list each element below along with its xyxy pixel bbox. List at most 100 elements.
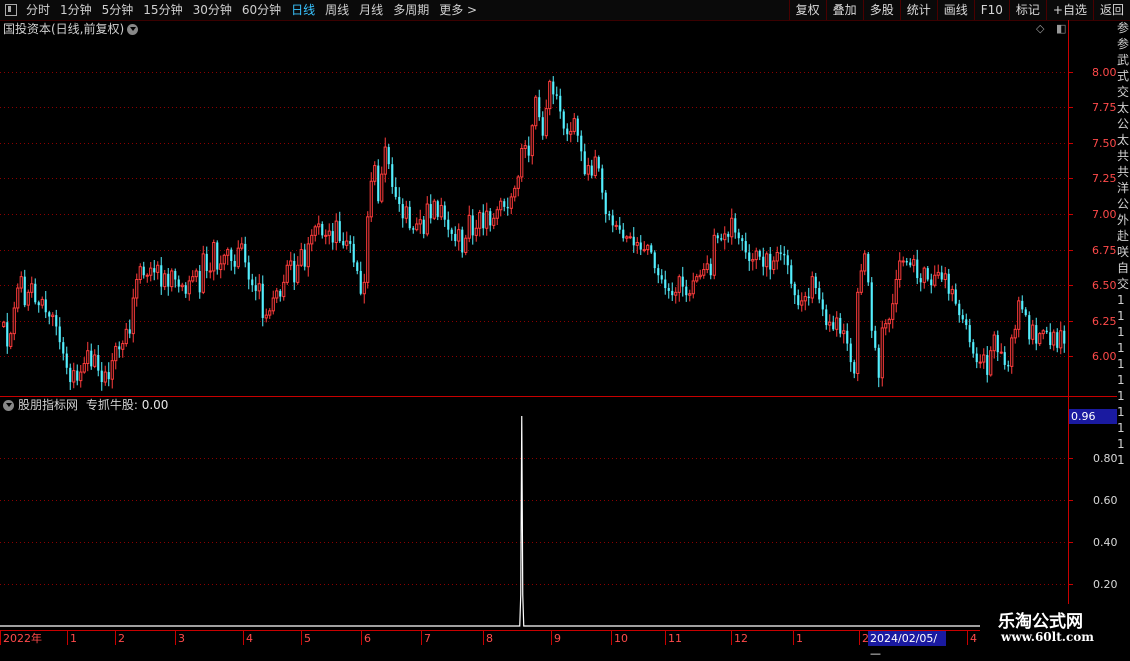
stock-list-item[interactable]: 自 [1117,260,1130,276]
candle [538,89,541,121]
candle [495,206,499,225]
stock-list-item[interactable]: 交 [1117,84,1130,100]
candle [867,251,870,286]
stock-list-item[interactable]: 1 [1117,340,1130,356]
candle [492,213,496,230]
candle [958,299,961,323]
stock-list-item[interactable]: 1 [1117,356,1130,372]
candle [523,140,527,159]
stock-list-item[interactable]: 太 [1117,100,1130,116]
stock-list-item[interactable]: 公 [1117,196,1130,212]
candle [891,293,895,329]
candle [859,263,863,295]
candle [709,258,712,280]
candle [268,308,272,319]
stock-list-item[interactable]: 1 [1117,404,1130,420]
candle [478,209,482,237]
stock-list-item[interactable]: 太 [1117,132,1130,148]
candle [978,354,982,369]
candle [454,226,457,247]
candle [930,273,933,294]
candle [611,209,614,233]
candle [124,322,128,347]
stock-list-item[interactable]: 咲 [1117,244,1130,260]
chevron-down-icon[interactable] [127,24,139,35]
stock-list-item[interactable]: 参 [1117,20,1130,36]
security-name: 国投资本(日线,前复权) [3,22,125,36]
main-chart-title[interactable]: 国投资本(日线,前复权) [3,21,139,37]
stock-list-item[interactable]: 交 [1117,276,1130,292]
candle [601,164,604,200]
chevron-down-icon[interactable] [3,400,14,411]
candle [1028,311,1031,345]
candle [1059,321,1063,355]
stock-list-item[interactable]: 式 [1117,68,1130,84]
candle [44,291,47,319]
candle [65,346,68,375]
candle [1003,346,1006,370]
candle [359,261,362,296]
candle [408,200,411,231]
candle [527,136,530,163]
candle [401,198,404,228]
candle [293,253,296,290]
stock-list-item[interactable]: 洋 [1117,180,1130,196]
stock-list-item[interactable]: 赴 [1117,228,1130,244]
candle [608,210,611,221]
candle [254,276,257,301]
y-tick-label: 7.50 [1092,136,1117,150]
candle [702,263,706,279]
candle [695,273,699,283]
y-tick-label: 7.25 [1092,171,1117,185]
candle [394,177,397,200]
candle [814,272,817,295]
candle [324,229,328,245]
stock-list-item[interactable]: 共 [1117,148,1130,164]
stock-list-item[interactable]: 1 [1117,388,1130,404]
stock-list-item[interactable]: 1 [1117,372,1130,388]
candle [391,157,394,194]
stock-list-item[interactable]: 1 [1117,324,1130,340]
candle [489,208,492,232]
candle [548,79,552,116]
candle [800,292,804,312]
stock-list-item[interactable]: 1 [1117,436,1130,452]
diamond-icon[interactable]: ◇ [1036,22,1044,35]
stock-list-strip[interactable]: 参参武式交太公太共共洋公外赴咲自交11111111111 [1117,20,1130,630]
stock-list-item[interactable]: 共 [1117,164,1130,180]
kline-chart[interactable] [0,0,1130,650]
stock-list-item[interactable]: 参 [1117,36,1130,52]
candle [362,273,366,304]
x-tick-label: 2 [118,632,125,645]
candle [69,363,72,390]
candle [863,250,867,276]
candle [135,273,139,307]
stock-list-item[interactable]: 1 [1117,420,1130,436]
stock-list-item[interactable]: 1 [1117,452,1130,468]
stock-list-item[interactable]: 1 [1117,308,1130,324]
stock-list-item[interactable]: 外 [1117,212,1130,228]
candle [261,275,264,327]
candle [667,283,670,299]
candle [317,215,321,235]
candle [114,342,118,370]
indicator-name[interactable]: 股朋指标网 [18,398,78,412]
candle [894,269,898,313]
candle [422,215,425,239]
candle [926,266,929,282]
candle [366,211,370,289]
candle [296,256,300,285]
candle [530,124,534,165]
candle [201,245,205,295]
stock-list-item[interactable]: 公 [1117,116,1130,132]
candle [118,341,121,358]
candle [751,253,755,271]
y-tick-label: 8.00 [1092,65,1117,79]
candle [741,234,744,251]
stock-list-item[interactable]: 1 [1117,292,1130,308]
candle [251,273,254,292]
indicator-series-value: 0.00 [141,398,169,412]
candle [1035,317,1038,351]
window-toggle-icon[interactable]: ◧ [1056,22,1066,35]
stock-list-item[interactable]: 武 [1117,52,1130,68]
